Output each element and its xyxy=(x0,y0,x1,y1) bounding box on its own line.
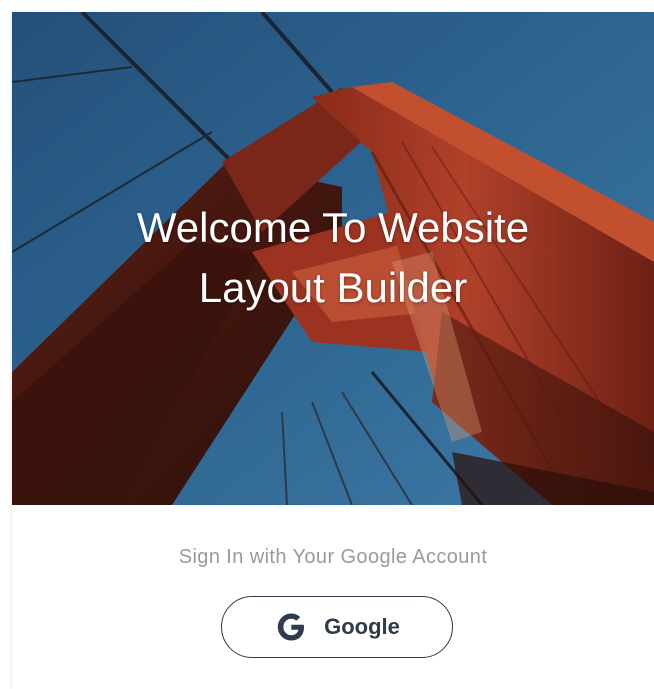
google-button-label: Google xyxy=(324,614,400,639)
hero-banner: Welcome To Website Layout Builder xyxy=(12,12,654,505)
signin-prompt: Sign In with Your Google Account xyxy=(178,546,488,568)
login-card: Welcome To Website Layout Builder Sign I… xyxy=(12,12,654,689)
google-g-icon xyxy=(274,610,308,644)
hero-title-line-2: Layout Builder xyxy=(198,264,468,311)
google-signin-button[interactable]: Google xyxy=(221,596,453,658)
hero-title-line-1: Welcome To Website xyxy=(136,204,530,251)
hero-title: Welcome To Website Layout Builder xyxy=(12,198,654,318)
